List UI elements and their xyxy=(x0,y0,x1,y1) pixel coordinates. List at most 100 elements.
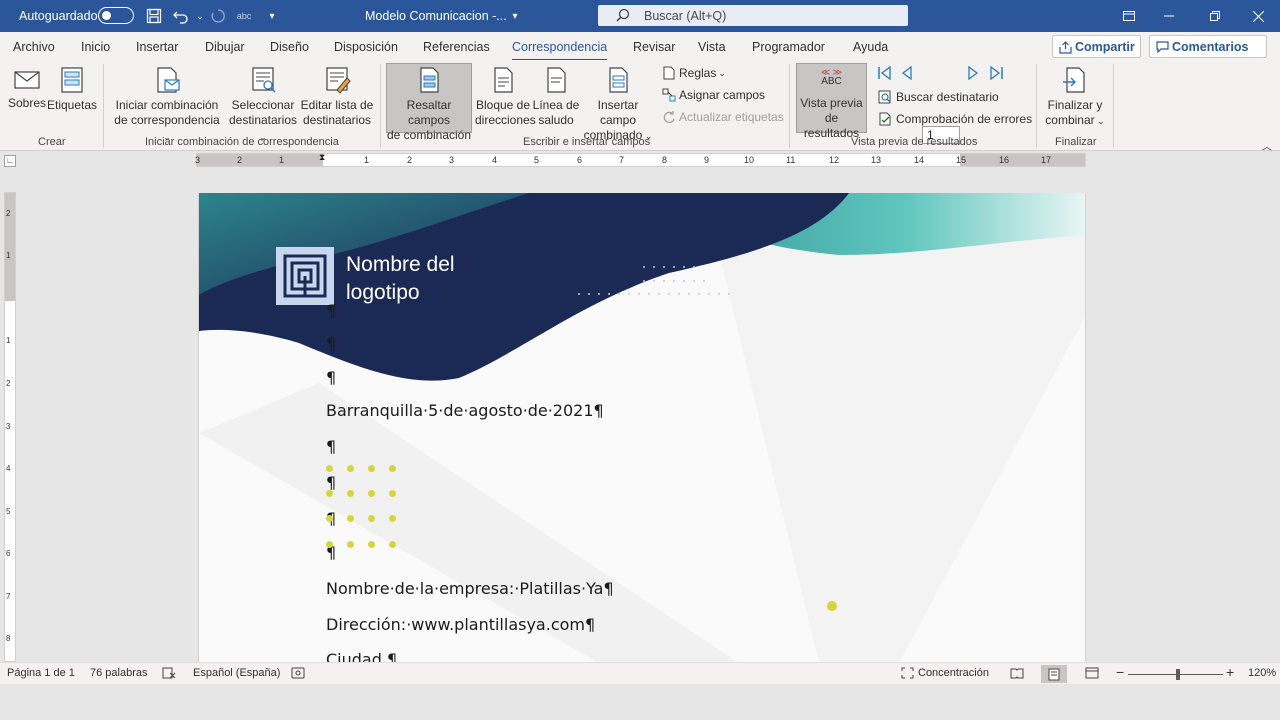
document-page[interactable]: Nombre del logotipo ¶ ¶ ¶ Barranquilla·5… xyxy=(198,193,1086,663)
undo-dropdown-icon[interactable]: ⌄ xyxy=(190,6,210,26)
iniciar-combinacion-button[interactable]: Iniciar combinación de correspondencia ⌄ xyxy=(112,66,222,145)
actualizar-etiquetas-button[interactable]: Actualizar etiquetas xyxy=(662,110,784,124)
paragraph-mark[interactable]: ¶ xyxy=(326,334,336,353)
field-marker xyxy=(347,490,354,497)
next-record-icon[interactable] xyxy=(966,66,983,80)
undo-icon[interactable] xyxy=(171,6,191,26)
share-icon xyxy=(1059,41,1072,54)
focus-mode-label[interactable]: Concentración xyxy=(918,667,989,679)
search-box[interactable]: Buscar (Alt+Q) xyxy=(598,5,908,26)
zoom-level[interactable]: 120% xyxy=(1248,667,1276,679)
date-paragraph[interactable]: Barranquilla·5·de·agosto·de·2021¶ xyxy=(326,401,604,420)
web-layout-icon[interactable] xyxy=(1085,667,1099,682)
comments-button[interactable]: Comentarios xyxy=(1149,35,1267,58)
buscar-destinatario-button[interactable]: Buscar destinatario xyxy=(878,90,999,104)
tab-inicio[interactable]: Inicio xyxy=(81,40,110,54)
document-title[interactable]: Modelo Comunicacion -... xyxy=(365,9,507,23)
vruler-number: 6 xyxy=(6,549,11,558)
zoom-out-button[interactable]: − xyxy=(1116,664,1124,680)
spelling-icon[interactable]: abc xyxy=(234,6,254,26)
field-marker xyxy=(368,515,375,522)
zoom-slider[interactable] xyxy=(1128,669,1223,680)
etiquetas-button[interactable]: Etiquetas xyxy=(47,66,98,113)
tab-archivo[interactable]: Archivo xyxy=(13,40,55,54)
linea-saludo-button[interactable]: Línea de saludo xyxy=(532,66,580,128)
page-indicator[interactable]: Página 1 de 1 xyxy=(7,667,75,679)
proofing-icon[interactable] xyxy=(162,667,176,682)
bloque-direcciones-button[interactable]: Bloque de direcciones xyxy=(475,66,536,128)
editar-label-1: Editar lista de xyxy=(300,98,374,112)
editar-lista-button[interactable]: Editar lista de destinatarios xyxy=(300,66,374,128)
tab-referencias[interactable]: Referencias xyxy=(423,40,490,54)
ruler-number: 5 xyxy=(534,155,540,165)
language-indicator[interactable]: Español (España) xyxy=(193,667,280,679)
minimize-icon[interactable] xyxy=(1157,4,1181,28)
address-paragraph[interactable]: Dirección:·www.plantillasya.com¶ xyxy=(326,615,595,634)
paragraph-mark[interactable]: ¶ xyxy=(326,301,336,320)
customize-toolbar-icon[interactable]: ▾ xyxy=(262,6,282,26)
ruler-number: 3 xyxy=(449,155,455,165)
paragraph-mark[interactable]: ¶ xyxy=(326,473,336,492)
read-mode-icon[interactable] xyxy=(1010,667,1024,682)
field-marker xyxy=(347,515,354,522)
field-marker xyxy=(368,465,375,472)
field-marker xyxy=(389,515,396,522)
sobres-label: Sobres xyxy=(8,96,47,110)
tab-diseno[interactable]: Diseño xyxy=(270,40,309,54)
sobres-button[interactable]: Sobres xyxy=(8,68,46,111)
restore-icon[interactable] xyxy=(1203,4,1227,28)
tab-disposicion[interactable]: Disposición xyxy=(334,40,398,54)
accessibility-icon[interactable] xyxy=(291,667,305,682)
company-paragraph[interactable]: Nombre·de·la·empresa:·Platillas·Ya¶ xyxy=(326,579,614,598)
title-bar: Autoguardado ⌄ abc ▾ Modelo Comunicacion… xyxy=(0,0,1280,32)
vertical-ruler[interactable]: 2 1 1 2 3 4 5 6 7 8 xyxy=(4,192,16,662)
tab-programador[interactable]: Programador xyxy=(752,40,825,54)
indent-marker-icon[interactable]: ⧗ xyxy=(319,152,325,163)
bloque-label-2: direcciones xyxy=(475,113,536,127)
vista-previa-button[interactable]: ≪ ≫ ABC Vista previa de resultados xyxy=(796,68,867,141)
first-record-icon[interactable] xyxy=(877,66,896,80)
print-layout-icon[interactable] xyxy=(1041,665,1067,683)
last-record-icon[interactable] xyxy=(988,66,1007,80)
redo-icon[interactable] xyxy=(208,6,228,26)
seleccionar-destinatarios-button[interactable]: Seleccionar destinatarios ⌄ xyxy=(228,66,298,145)
reglas-label: Reglas xyxy=(679,66,717,80)
paragraph-mark[interactable]: ¶ xyxy=(326,368,336,387)
group-crear-label: Crear xyxy=(38,136,66,148)
ruler-number: 9 xyxy=(704,155,710,165)
address-block-icon xyxy=(494,67,513,93)
share-button[interactable]: Compartir xyxy=(1052,35,1141,58)
horizontal-ruler[interactable]: 3 2 1 1 2 3 4 5 6 7 8 9 10 11 12 13 14 1… xyxy=(195,152,1086,167)
autosave-toggle[interactable] xyxy=(98,7,134,24)
logo-icon xyxy=(276,247,334,305)
insertar-campo-button[interactable]: Insertar campo combinado ⌄ xyxy=(580,66,656,144)
word-count[interactable]: 76 palabras xyxy=(90,667,148,679)
etiquetas-label: Etiquetas xyxy=(47,98,98,112)
focus-icon[interactable] xyxy=(901,667,914,682)
save-icon[interactable] xyxy=(144,6,164,26)
title-dropdown-icon[interactable]: ▾ xyxy=(505,6,525,26)
close-icon[interactable] xyxy=(1246,4,1270,28)
bloque-label-1: Bloque de xyxy=(475,98,531,112)
greeting-line-icon xyxy=(547,67,566,93)
tab-revisar[interactable]: Revisar xyxy=(633,40,675,54)
zoom-slider-thumb[interactable] xyxy=(1176,669,1180,680)
asignar-campos-button[interactable]: Asignar campos xyxy=(662,88,765,102)
zoom-in-button[interactable]: + xyxy=(1226,664,1234,680)
ribbon-display-icon[interactable] xyxy=(1117,4,1141,28)
finalizar-combinar-button[interactable]: Finalizar y combinar ⌄ xyxy=(1044,66,1106,129)
ruler-number: 16 xyxy=(999,155,1010,165)
tab-insertar[interactable]: Insertar xyxy=(136,40,178,54)
tab-dibujar[interactable]: Dibujar xyxy=(205,40,245,54)
comprobacion-errores-button[interactable]: Comprobación de errores xyxy=(878,112,1032,126)
tab-ayuda[interactable]: Ayuda xyxy=(853,40,888,54)
tab-correspondencia[interactable]: Correspondencia xyxy=(512,40,608,62)
comments-label: Comentarios xyxy=(1172,39,1249,54)
previous-record-icon[interactable] xyxy=(900,66,917,80)
resaltar-campos-button[interactable]: Resaltar campos de combinación xyxy=(386,66,472,143)
tab-vista[interactable]: Vista xyxy=(698,40,726,54)
group-vista-label: Vista previa de resultados xyxy=(851,136,978,148)
tab-selector-icon[interactable]: ∟ xyxy=(4,155,16,167)
paragraph-mark[interactable]: ¶ xyxy=(326,437,336,456)
reglas-button[interactable]: Reglas ⌄ xyxy=(662,66,726,80)
